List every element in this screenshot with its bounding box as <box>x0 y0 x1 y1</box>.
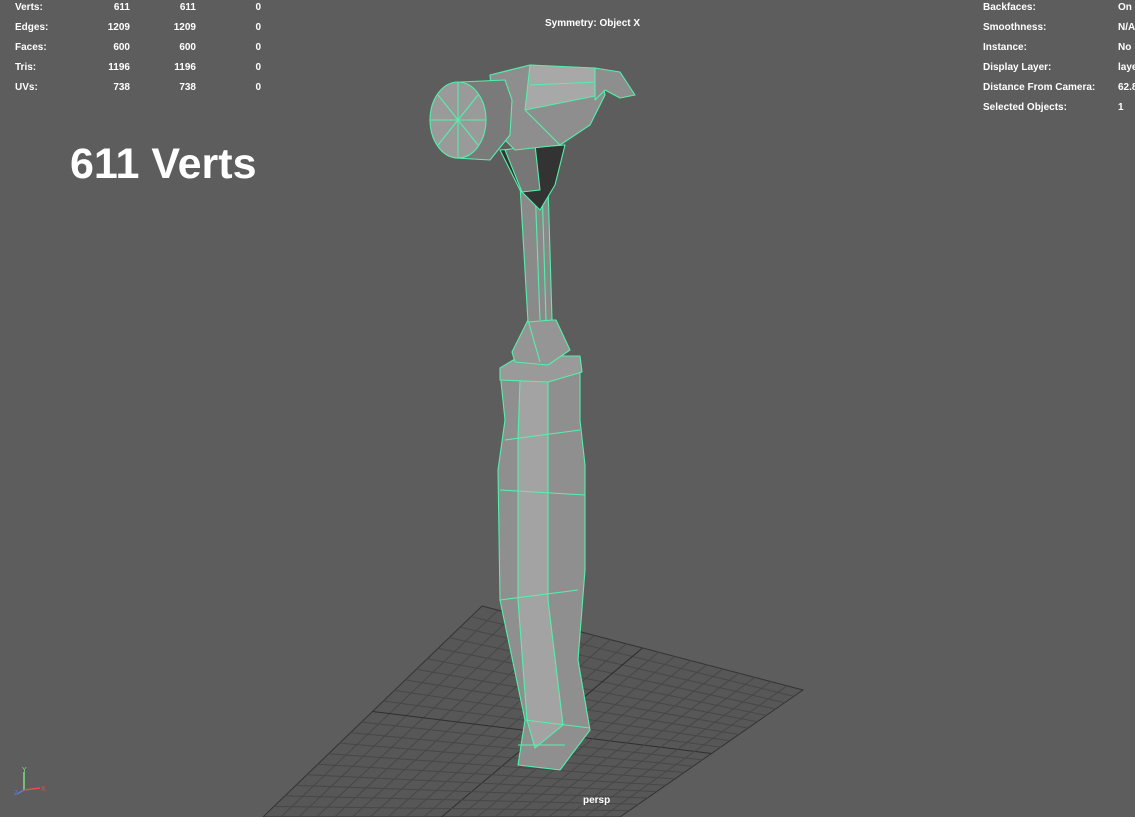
hud-value: 738 <box>179 82 196 93</box>
hud-label: Backfaces: <box>983 2 1036 13</box>
camera-name-label: persp <box>583 795 611 806</box>
axis-z-label: Z <box>14 791 18 796</box>
poly-count-hud: Verts: 611 611 0 Edges: 1209 1209 0 Face… <box>15 0 275 98</box>
axis-y-label: Y <box>22 767 27 774</box>
hud-value: 600 <box>113 42 130 53</box>
hud-row-selected-objects: Selected Objects: 1 <box>983 98 1135 118</box>
hud-label: Tris: <box>15 62 37 73</box>
hud-value: 0 <box>255 82 261 93</box>
hud-value: 0 <box>255 22 261 33</box>
hud-label: Display Layer: <box>983 62 1052 73</box>
hud-value: On <box>1118 2 1132 13</box>
hud-value: 611 <box>113 2 130 13</box>
hud-row-display-layer: Display Layer: layer <box>983 58 1135 78</box>
hud-row-distance: Distance From Camera: 62.8 <box>983 78 1135 98</box>
hud-row-tris: Tris: 1196 1196 0 <box>15 58 275 78</box>
hud-value: 738 <box>113 82 130 93</box>
hud-value: 0 <box>255 42 261 53</box>
hud-value: 1196 <box>108 62 130 73</box>
hud-value: N/A <box>1118 22 1135 33</box>
hud-label: UVs: <box>15 82 38 93</box>
hud-value: 1209 <box>173 22 196 33</box>
perspective-viewport[interactable]: Verts: 611 611 0 Edges: 1209 1209 0 Face… <box>0 0 1135 817</box>
hud-label: Faces: <box>15 42 47 53</box>
scene-canvas[interactable] <box>0 0 1135 817</box>
hud-value: 1209 <box>107 22 130 33</box>
hud-label: Verts: <box>15 2 43 13</box>
hud-value: No <box>1118 42 1132 53</box>
hud-value: layer <box>1118 62 1135 73</box>
hud-label: Distance From Camera: <box>983 82 1096 93</box>
hud-row-uvs: UVs: 738 738 0 <box>15 78 275 98</box>
hud-value: 611 <box>179 2 196 13</box>
hud-row-instance: Instance: No <box>983 38 1135 58</box>
hud-row-smoothness: Smoothness: N/A <box>983 18 1135 38</box>
hud-row-verts: Verts: 611 611 0 <box>15 0 275 18</box>
hud-label: Smoothness: <box>983 22 1047 33</box>
axis-x-label: X <box>41 786 46 793</box>
hud-value: 600 <box>179 42 196 53</box>
hud-row-backfaces: Backfaces: On <box>983 0 1135 18</box>
hud-value: 1 <box>1118 102 1124 113</box>
symmetry-indicator: Symmetry: Object X <box>545 18 641 29</box>
hud-label: Edges: <box>15 22 49 33</box>
hud-value: 0 <box>255 62 261 73</box>
hud-label: Selected Objects: <box>983 102 1067 113</box>
vertex-count-overlay: 611 Verts <box>70 140 257 188</box>
hud-label: Instance: <box>983 42 1027 53</box>
axis-gizmo-icon: Y X Z <box>14 767 46 796</box>
object-details-hud: Backfaces: On Smoothness: N/A Instance: … <box>983 0 1135 118</box>
hud-row-edges: Edges: 1209 1209 0 <box>15 18 275 38</box>
hud-row-faces: Faces: 600 600 0 <box>15 38 275 58</box>
hud-value: 62.8 <box>1118 82 1135 93</box>
hud-value: 0 <box>255 2 261 13</box>
hud-value: 1196 <box>174 62 196 73</box>
